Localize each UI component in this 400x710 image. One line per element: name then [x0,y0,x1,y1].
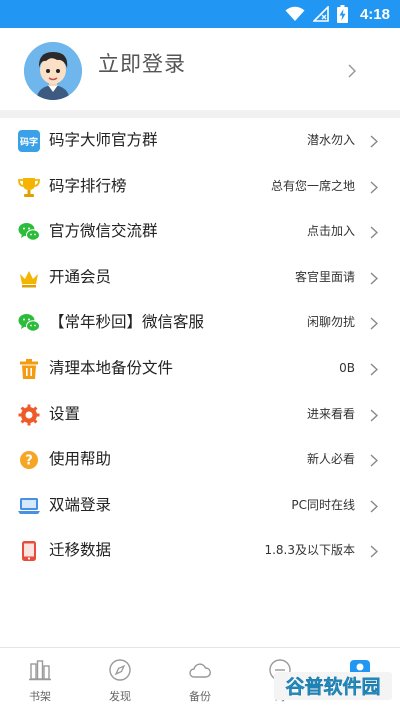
menu-value: PC同时在线 [291,497,355,512]
wifi-icon [285,6,305,21]
menu-item-wechat-group[interactable]: 官方微信交流群 点击加入 [0,209,400,255]
clock: 4:18 [359,5,390,23]
login-profile-row[interactable]: 立即登录 [0,28,400,110]
trophy-icon [18,177,40,197]
menu-item-dual-login[interactable]: 双端登录 PC同时在线 [0,483,400,529]
menu-label: 迁移数据 [49,541,112,560]
menu-item-clean-backup[interactable]: 清理本地备份文件 0B [0,346,400,392]
menu-item-help[interactable]: ? 使用帮助 新人必看 [0,437,400,483]
chevron-right-icon [370,272,378,285]
menu-value: 总有您一席之地 [270,178,355,193]
menu-value: 进来看看 [306,406,355,421]
chevron-right-icon [370,226,378,239]
svg-text:码字: 码字 [20,136,38,148]
nav-label: 备份 [189,690,211,703]
nav-tab-backup[interactable]: 备份 [160,648,240,710]
svg-text:?: ? [25,454,33,469]
laptop-icon [18,497,40,514]
nav-label: 书架 [29,690,51,703]
menu-label: 码字排行榜 [49,176,127,195]
nav-tab-bookshelf[interactable]: 书架 [0,648,80,710]
menu-item-wechat-service[interactable]: 【常年秒回】微信客服 闲聊勿扰 [0,300,400,346]
menu-value: 闲聊勿扰 [306,315,355,330]
menu-value: 客官里面请 [294,269,355,284]
chevron-right-icon [370,181,378,194]
nav-label: 发现 [109,690,131,703]
menu-item-ranking[interactable]: 码字排行榜 总有您一席之地 [0,164,400,210]
chevron-right-icon [370,135,378,148]
chevron-right-icon [370,545,378,558]
cloud-icon [189,663,211,678]
menu-value: 1.8.3及以下版本 [264,543,355,558]
menu-value: 新人必看 [306,452,355,467]
cartoon-avatar-icon [24,42,82,100]
nav-tab-discover[interactable]: 发现 [80,648,160,710]
chevron-right-icon [370,409,378,422]
menu-value: 0B [339,360,355,375]
login-label[interactable]: 立即登录 [98,48,186,78]
bookshelf-icon [29,660,51,681]
chevron-right-icon [370,317,378,330]
menu-label: 清理本地备份文件 [49,358,174,377]
menu-label: 使用帮助 [49,450,112,469]
menu-item-settings[interactable]: 设置 进来看看 [0,392,400,438]
no-signal-icon [312,6,329,22]
chevron-right-icon [348,64,356,78]
menu-label: 码字大师官方群 [49,131,158,149]
menu-value: 点击加入 [306,224,355,239]
menu-label: 双端登录 [49,495,112,514]
settings-menu: 码字 码字大师官方群 潜水勿入 码字排行榜 总有您一席之地 官方微信交流群 点击… [0,118,400,574]
menu-label: 设置 [49,404,81,423]
wechat-icon [18,314,40,333]
chevron-right-icon [370,454,378,467]
watermark-logo: 谷普软件园 [285,675,380,698]
watermark: 谷普软件园 [274,672,392,700]
menu-label: 【常年秒回】微信客服 [49,313,205,332]
chevron-right-icon [370,363,378,376]
help-icon: ? [20,451,38,470]
menu-item-membership[interactable]: 开通会员 客官里面请 [0,255,400,301]
compass-icon [109,659,131,681]
crown-icon [20,270,38,288]
status-bar: 4:18 [0,0,400,28]
mazi-group-icon: 码字 [18,130,40,152]
menu-label: 官方微信交流群 [49,222,158,241]
menu-item-official-group[interactable]: 码字 码字大师官方群 潜水勿入 [0,118,400,164]
menu-label: 开通会员 [49,267,112,286]
phone-icon [22,541,36,562]
section-divider [0,110,400,118]
gear-icon [18,404,40,426]
menu-value: 潜水勿入 [306,133,355,147]
battery-charging-icon [336,5,348,23]
trash-icon [20,358,38,379]
menu-item-migrate-data[interactable]: 迁移数据 1.8.3及以下版本 [0,528,400,574]
svg-text:谷普软件园: 谷普软件园 [285,675,380,698]
chevron-right-icon [370,500,378,513]
avatar[interactable] [24,42,82,100]
status-icons: 4:18 [285,0,390,28]
wechat-icon [18,223,40,241]
